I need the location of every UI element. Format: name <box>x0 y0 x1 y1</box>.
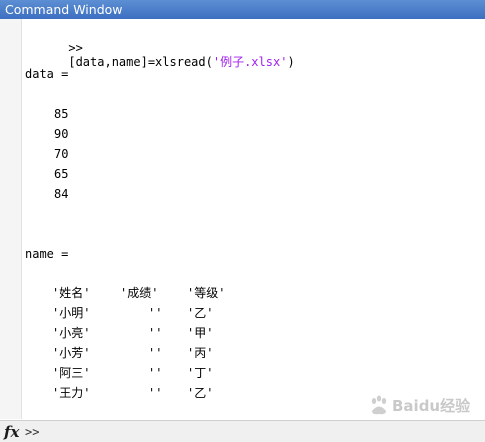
name-cell: '乙' <box>187 306 214 320</box>
input-prompt[interactable]: >> <box>25 424 39 440</box>
name-cell: '小亮' <box>52 326 91 340</box>
name-cell: '阿三' <box>52 366 91 380</box>
name-cell: '姓名' <box>52 286 91 300</box>
left-gutter <box>0 19 22 419</box>
name-cell: '王力' <box>52 386 91 400</box>
command-output-area[interactable]: >> [data,name]=xlsread('例子.xlsx') data =… <box>22 19 485 419</box>
command-code: [data,name]=xlsread( <box>68 55 213 69</box>
name-cell: '' <box>148 346 163 360</box>
name-cell: '甲' <box>187 326 214 340</box>
data-value: 65 <box>54 167 69 181</box>
name-cell: '' <box>148 386 163 400</box>
command-window: Command Window >> [data,name]=xlsread('例… <box>0 0 485 442</box>
data-value: 90 <box>54 127 69 141</box>
name-cell: '成绩' <box>120 286 159 300</box>
name-cell: '乙' <box>187 386 214 400</box>
name-cell: '丙' <box>187 346 214 360</box>
name-label: name = <box>25 247 69 261</box>
name-cell: '' <box>148 366 163 380</box>
baidu-paw-icon <box>371 395 387 415</box>
command-close: ) <box>287 55 295 69</box>
command-input-bar[interactable]: fx >> <box>0 420 485 442</box>
baidu-watermark: Baidu经验 <box>368 392 478 418</box>
window-title: Command Window <box>0 0 485 19</box>
data-label: data = <box>25 67 69 81</box>
name-cell: '' <box>148 326 163 340</box>
name-cell: '等级' <box>187 286 226 300</box>
data-value: 70 <box>54 147 69 161</box>
name-cell: '' <box>148 306 163 320</box>
command-string-arg: '例子.xlsx' <box>212 55 288 69</box>
fx-icon[interactable]: fx <box>4 423 19 441</box>
name-cell: '小芳' <box>52 346 91 360</box>
watermark-text: Baidu经验 <box>392 397 471 415</box>
command-prompt: >> <box>68 41 83 55</box>
data-value: 84 <box>54 187 69 201</box>
data-value: 85 <box>54 107 69 121</box>
name-cell: '小明' <box>52 306 91 320</box>
name-cell: '丁' <box>187 366 214 380</box>
